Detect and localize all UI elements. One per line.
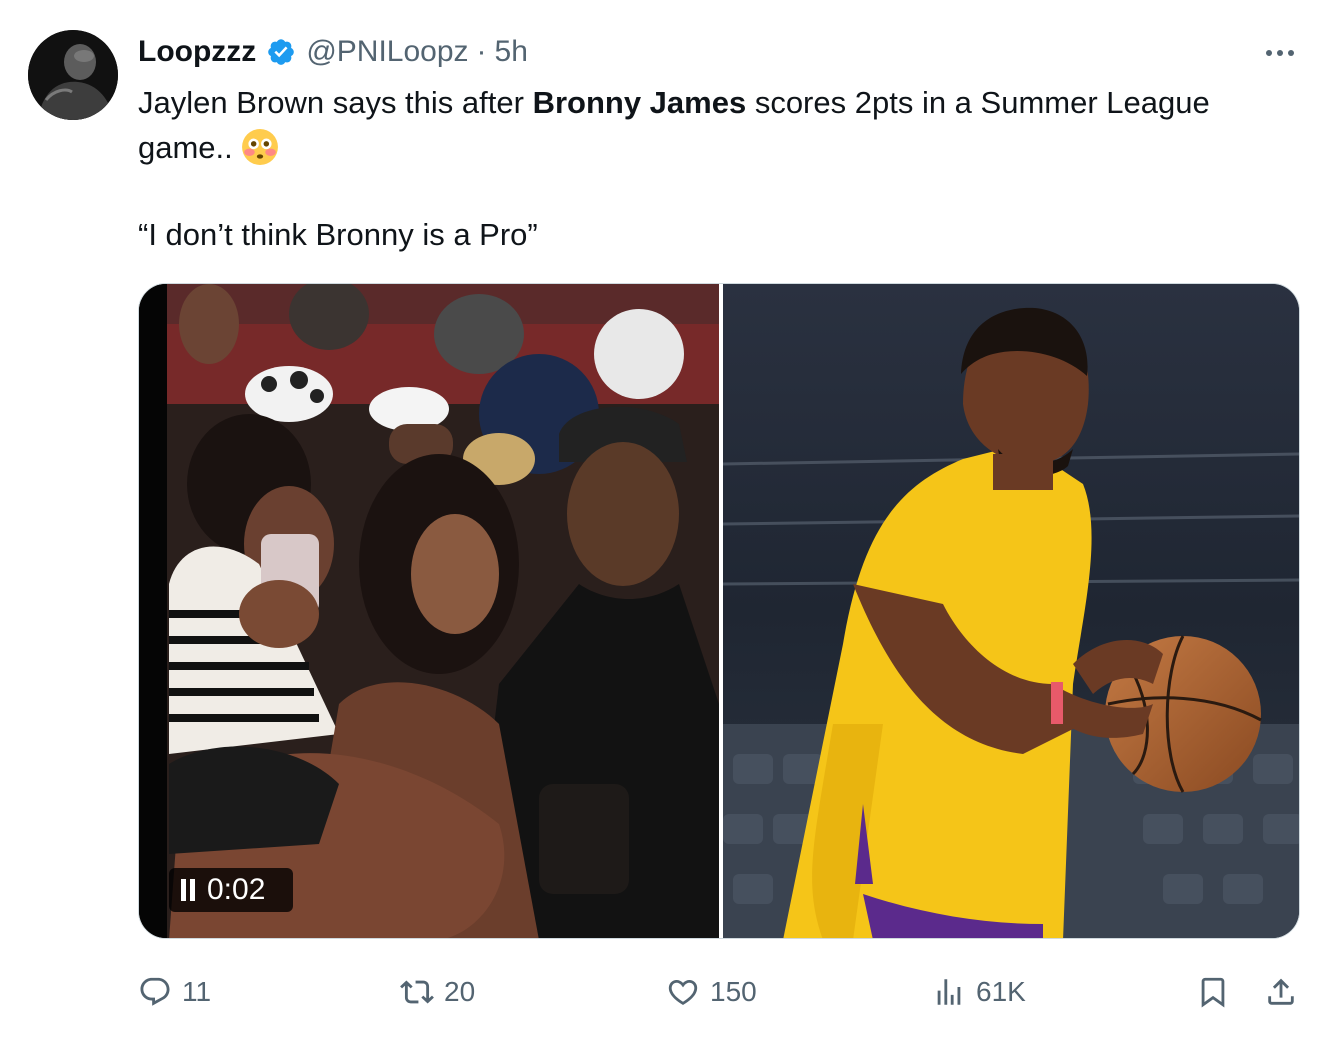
share-button[interactable]	[1264, 970, 1298, 1014]
views-chart-icon	[932, 975, 966, 1009]
photo[interactable]	[723, 284, 1299, 938]
tweet-quote-line: “I don’t think Bronny is a Pro”	[138, 217, 538, 252]
more-options-icon[interactable]	[1260, 38, 1300, 68]
crowd-video-thumbnail-icon	[139, 284, 719, 938]
retweet-icon	[400, 975, 434, 1009]
reply-icon	[138, 975, 172, 1009]
video-player[interactable]: 0:02	[139, 284, 719, 938]
reply-count: 11	[182, 976, 212, 1007]
player-photo-icon	[723, 284, 1299, 938]
retweet-button[interactable]: 20	[400, 970, 475, 1014]
pause-icon[interactable]	[181, 879, 195, 901]
tweet-actions-bar: 11 20 150 61K	[138, 970, 1300, 1014]
like-button[interactable]: 150	[666, 970, 757, 1014]
tweet-text: Jaylen Brown says this after Bronny Jame…	[138, 80, 1258, 170]
tweet-card[interactable]: Loopzzz @PNILoopz · 5h Jaylen Brown says…	[0, 0, 1330, 1040]
tweet-text-mention: Bronny James	[532, 85, 747, 120]
flushed-face-emoji-icon	[241, 128, 279, 166]
author-display-name[interactable]: Loopzzz	[138, 35, 256, 69]
video-playback-time: 0:02	[207, 873, 266, 906]
video-timestamp[interactable]: 0:02	[169, 868, 293, 912]
tweet-media-grid[interactable]: 0:02	[138, 283, 1300, 939]
views-button[interactable]: 61K	[932, 970, 1026, 1014]
tweet-timestamp[interactable]: 5h	[495, 35, 528, 69]
like-count: 150	[710, 976, 757, 1007]
share-icon	[1264, 975, 1298, 1009]
heart-icon	[666, 975, 700, 1009]
tweet-header: Loopzzz @PNILoopz · 5h	[138, 32, 528, 72]
author-avatar[interactable]	[28, 30, 118, 120]
reply-button[interactable]: 11	[138, 970, 211, 1014]
views-count: 61K	[976, 976, 1026, 1007]
retweet-count: 20	[444, 976, 476, 1007]
bookmark-button[interactable]	[1196, 970, 1230, 1014]
author-handle[interactable]: @PNILoopz	[306, 35, 468, 69]
bookmark-icon	[1196, 975, 1230, 1009]
verified-badge-icon[interactable]	[266, 37, 296, 67]
tweet-text-part1: Jaylen Brown says this after	[138, 85, 533, 120]
header-separator: ·	[476, 35, 487, 68]
